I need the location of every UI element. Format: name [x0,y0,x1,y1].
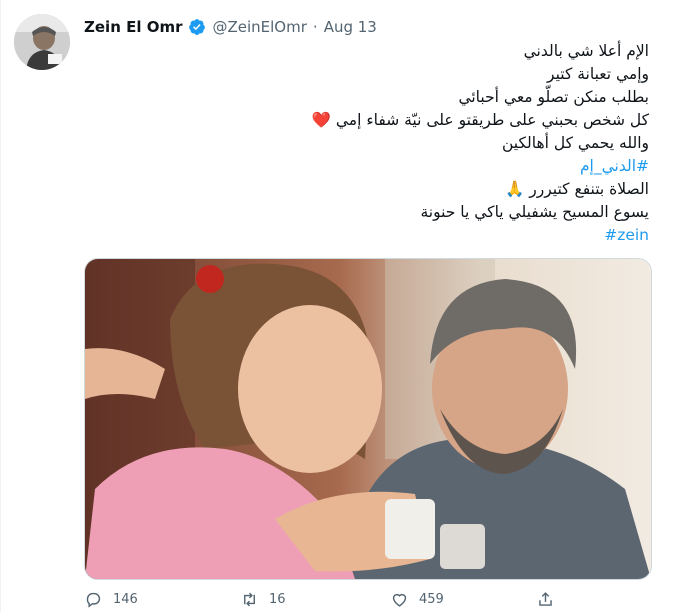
like-button[interactable]: 459 [390,590,444,609]
hashtag-link[interactable]: #الدني_إم [89,155,649,178]
tweet-date[interactable]: Aug 13 [324,18,377,36]
tweet-line: وإمي تعبانة كتير [547,65,649,83]
retweet-icon [244,592,255,606]
retweet-count: 16 [269,591,286,607]
avatar[interactable] [14,14,70,70]
tweet-text: الإم أعلا شي بالدني وإمي تعبانة كتير بطل… [89,40,649,247]
author-handle[interactable]: @ZeinElOmr [212,18,306,36]
photo-illustration [85,259,651,579]
tweet-line: الصلاة بتنفع كتيررر 🙏 [505,180,649,198]
like-count: 459 [419,591,444,607]
heart-emoji-icon: ❤️ [311,111,331,129]
reply-count: 146 [113,591,138,607]
tweet-header: Zein El Omr @ZeinElOmr · Aug 13 [84,16,377,38]
author-name[interactable]: Zein El Omr [84,18,182,36]
tweet-actions: 146 16 459 [84,588,564,610]
tweet-photo[interactable] [84,258,652,580]
praying-hands-emoji-icon: 🙏 [505,180,525,198]
separator-dot: · [312,18,318,36]
share-icon [539,591,552,606]
hashtag-link-zein[interactable]: #zein [89,224,649,247]
reply-button[interactable]: 146 [84,590,138,609]
verified-badge-icon [188,18,206,36]
avatar-photo [14,14,70,70]
left-border [0,0,1,612]
tweet-line: يسوع المسيح يشفيلي ياكي يا حنونة [420,203,649,221]
retweet-button[interactable]: 16 [240,590,286,609]
tweet-line: كل شخص بحبني على طريقتو على نيّة شفاء إم… [311,111,649,129]
heart-icon [392,593,407,607]
reply-icon [86,592,101,608]
tweet-line: بطلب منكن تصلّو معي أحبائي [458,88,649,106]
tweet-line: الإم أعلا شي بالدني [523,42,649,60]
share-button[interactable] [536,590,555,609]
tweet-line: والله يحمي كل أهالكين [501,134,649,152]
